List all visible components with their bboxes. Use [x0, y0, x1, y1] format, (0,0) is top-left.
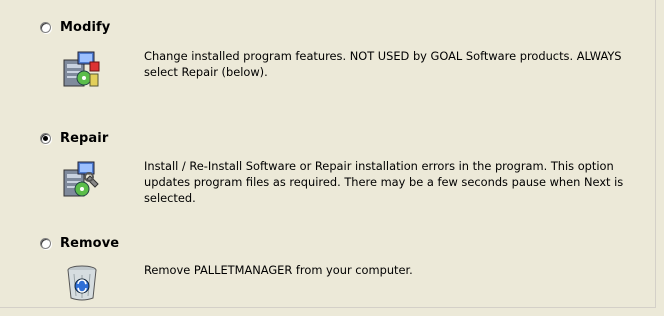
repair-radio-row[interactable]: Repair	[40, 131, 108, 146]
modify-radio-row[interactable]: Modify	[40, 20, 110, 35]
remove-program-icon	[67, 265, 97, 301]
repair-radio[interactable]	[40, 133, 51, 144]
modify-description: Change installed program features. NOT U…	[144, 49, 622, 79]
repair-description: Install / Re-Install Software or Repair …	[144, 159, 624, 205]
remove-radio[interactable]	[40, 238, 51, 249]
modify-radio[interactable]	[40, 22, 51, 33]
modify-label[interactable]: Modify	[60, 20, 110, 35]
repair-label[interactable]: Repair	[60, 131, 108, 146]
remove-radio-row[interactable]: Remove	[40, 236, 119, 251]
repair-program-icon	[63, 161, 99, 197]
remove-label[interactable]: Remove	[60, 236, 119, 251]
modify-program-icon	[63, 51, 100, 87]
remove-description: Remove PALLETMANAGER from your computer.	[144, 263, 413, 277]
maintenance-options-panel: Modify Change installed program features…	[0, 0, 656, 308]
